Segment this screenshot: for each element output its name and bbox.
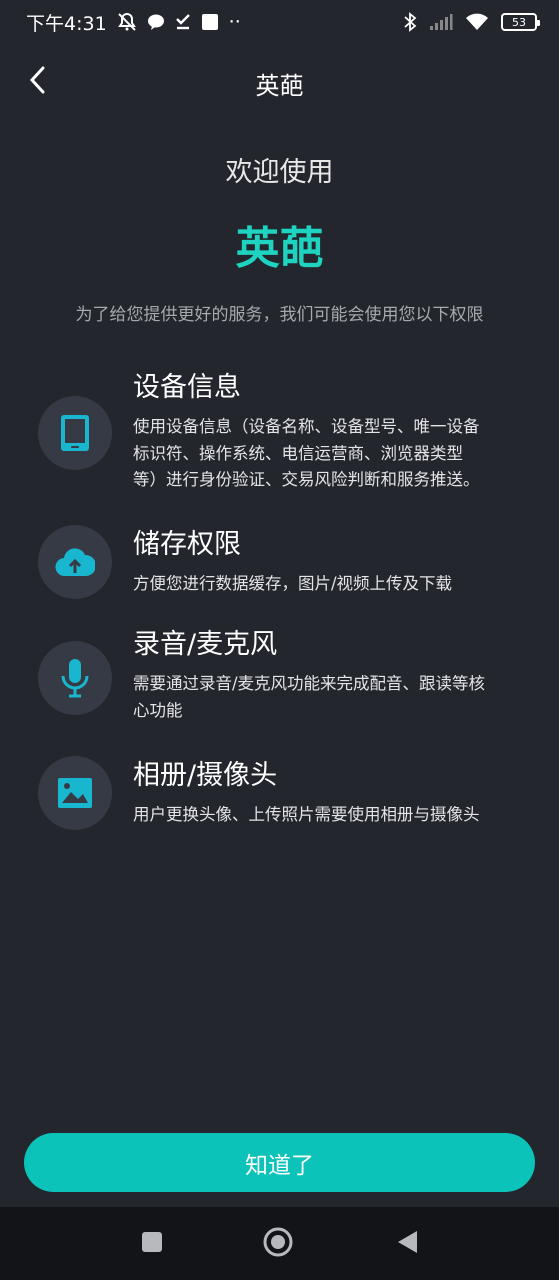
permission-device-info: 设备信息 使用设备信息（设备名称、设备型号、唯一设备 标识符、操作系统、电信运营… — [38, 370, 528, 500]
bluetooth-icon — [403, 12, 417, 32]
back-nav-button[interactable] — [392, 1229, 422, 1259]
status-time: 下午4:31 — [26, 12, 107, 35]
home-button[interactable] — [262, 1226, 294, 1262]
square-icon — [201, 13, 219, 31]
permission-storage: 储存权限 方便您进行数据缓存，图片/视频上传及下载 — [38, 525, 528, 607]
microphone-icon — [38, 641, 112, 715]
intro-text: 为了给您提供更好的服务，我们可能会使用您以下权限 — [75, 305, 484, 325]
confirm-button[interactable]: 知道了 — [24, 1133, 535, 1192]
status-bar: 下午4:31 ·· 53 — [0, 0, 559, 44]
welcome-text: 欢迎使用 — [225, 157, 334, 188]
square-icon — [140, 1230, 164, 1258]
cloud-upload-icon — [38, 525, 112, 599]
permission-desc: 使用设备信息（设备名称、设备型号、唯一设备 标识符、操作系统、电信运营商、浏览器… — [133, 417, 480, 489]
permission-desc: 方便您进行数据缓存，图片/视频上传及下载 — [133, 574, 453, 593]
permission-title: 录音/麦克风 — [133, 629, 278, 660]
permission-title: 相册/摄像头 — [133, 760, 278, 791]
triangle-back-icon — [395, 1229, 419, 1259]
recent-apps-button[interactable] — [137, 1229, 167, 1259]
permission-camera: 相册/摄像头 用户更换头像、上传照片需要使用相册与摄像头 — [38, 756, 528, 838]
battery-icon: 53 — [501, 13, 540, 31]
permission-title: 设备信息 — [133, 372, 241, 403]
signal-icon — [429, 13, 453, 31]
wifi-icon — [465, 13, 489, 31]
page-title: 英葩 — [255, 72, 304, 100]
permission-microphone: 录音/麦克风 需要通过录音/麦克风功能来完成配音、跟读等核 心功能 — [38, 627, 528, 737]
home-circle-icon — [262, 1226, 294, 1262]
status-more: ·· — [228, 11, 241, 33]
permission-title: 储存权限 — [133, 529, 241, 560]
permission-desc: 用户更换头像、上传照片需要使用相册与摄像头 — [133, 805, 480, 824]
nav-bar: 英葩 — [0, 52, 559, 112]
check-icon — [175, 13, 191, 31]
image-icon — [38, 756, 112, 830]
chat-icon — [147, 13, 165, 31]
battery-level: 53 — [512, 15, 526, 29]
system-nav-bar — [0, 1207, 559, 1280]
tablet-icon — [38, 396, 112, 470]
app-name: 英葩 — [235, 223, 324, 274]
mute-bell-icon — [117, 12, 137, 32]
permission-desc: 需要通过录音/麦克风功能来完成配音、跟读等核 心功能 — [133, 674, 486, 720]
